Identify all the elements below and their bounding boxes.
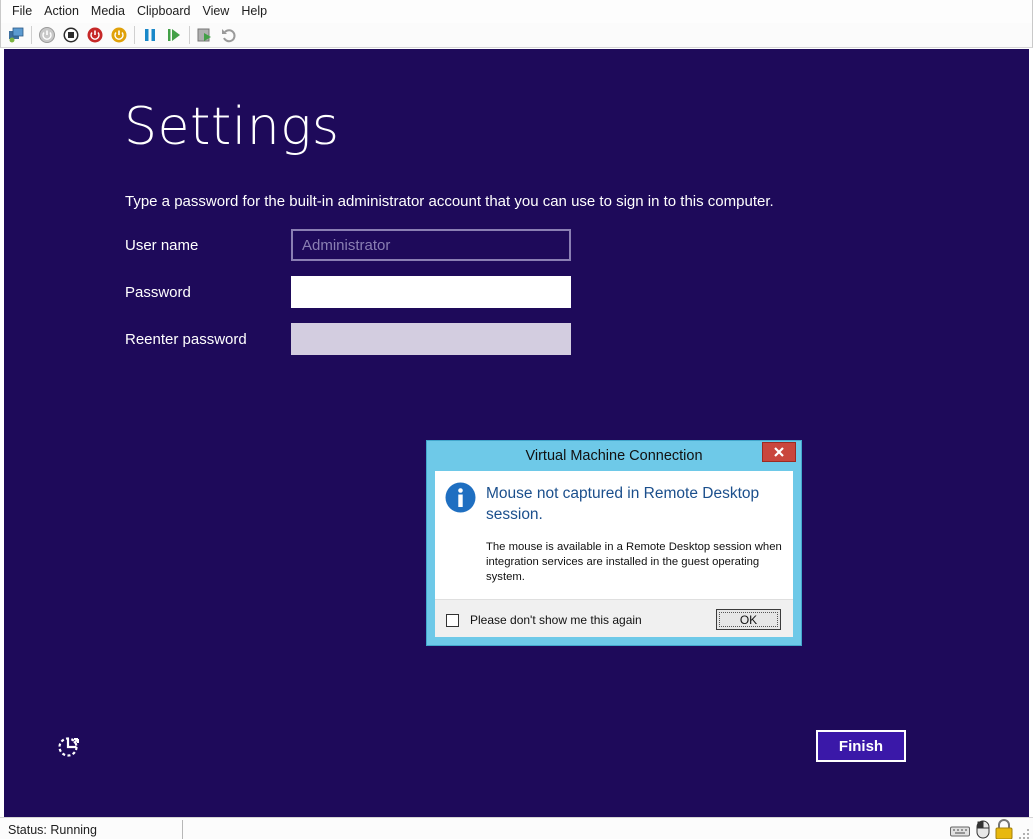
dialog-close-button[interactable] bbox=[762, 442, 796, 462]
keyboard-icon bbox=[950, 823, 970, 839]
setup-instruction: Type a password for the built-in adminis… bbox=[125, 193, 774, 210]
dont-show-again-label[interactable]: Please don't show me this again bbox=[470, 613, 642, 627]
toolbar-separator bbox=[31, 26, 32, 44]
shut-down-icon[interactable] bbox=[86, 26, 104, 44]
menu-bar: File Action Media Clipboard View Help bbox=[0, 0, 1033, 23]
save-icon[interactable] bbox=[110, 26, 128, 44]
toolbar-separator bbox=[189, 26, 190, 44]
lock-icon bbox=[994, 819, 1014, 839]
guest-screen[interactable]: Settings Type a password for the built-i… bbox=[4, 49, 1029, 817]
password-field[interactable] bbox=[291, 276, 571, 308]
dialog-heading: Mouse not captured in Remote Desktop ses… bbox=[486, 485, 760, 523]
menu-clipboard[interactable]: Clipboard bbox=[131, 0, 197, 23]
menu-view[interactable]: View bbox=[196, 0, 235, 23]
info-icon bbox=[445, 482, 476, 513]
menu-help[interactable]: Help bbox=[235, 0, 273, 23]
username-label: User name bbox=[125, 237, 199, 254]
ok-button[interactable]: OK bbox=[716, 609, 781, 630]
status-bar: Status: Running bbox=[0, 817, 1033, 839]
revert-icon[interactable] bbox=[220, 26, 238, 44]
checkpoint-icon[interactable] bbox=[196, 26, 214, 44]
start-icon[interactable] bbox=[38, 26, 56, 44]
resume-icon[interactable] bbox=[165, 26, 183, 44]
password-label: Password bbox=[125, 284, 191, 301]
dialog-body: Mouse not captured in Remote Desktop ses… bbox=[435, 471, 793, 599]
dialog-footer: Please don't show me this again OK bbox=[435, 599, 793, 637]
close-icon bbox=[774, 447, 784, 457]
status-divider bbox=[182, 820, 183, 839]
pause-icon[interactable] bbox=[141, 26, 159, 44]
ease-of-access-icon[interactable] bbox=[56, 732, 84, 760]
dialog-title: Virtual Machine Connection bbox=[525, 448, 703, 464]
turn-off-icon[interactable] bbox=[62, 26, 80, 44]
page-title: Settings bbox=[124, 97, 340, 157]
finish-button[interactable]: Finish bbox=[816, 730, 906, 762]
menu-file[interactable]: File bbox=[6, 0, 38, 23]
mouse-icon bbox=[976, 820, 990, 839]
dont-show-again-checkbox[interactable] bbox=[446, 614, 459, 627]
vm-connection-dialog: Virtual Machine Connection Mouse not cap… bbox=[426, 440, 802, 646]
username-field[interactable] bbox=[291, 229, 571, 261]
ctrl-alt-del-icon[interactable] bbox=[7, 26, 25, 44]
menu-media[interactable]: Media bbox=[85, 0, 131, 23]
dialog-message: The mouse is available in a Remote Deskt… bbox=[486, 541, 782, 583]
reenter-password-field[interactable] bbox=[291, 323, 571, 355]
resize-grip-icon[interactable] bbox=[1018, 827, 1030, 839]
menu-action[interactable]: Action bbox=[38, 0, 85, 23]
toolbar-separator bbox=[134, 26, 135, 44]
reenter-password-label: Reenter password bbox=[125, 331, 247, 348]
status-text: Status: Running bbox=[8, 823, 97, 837]
toolbar bbox=[0, 23, 1033, 48]
